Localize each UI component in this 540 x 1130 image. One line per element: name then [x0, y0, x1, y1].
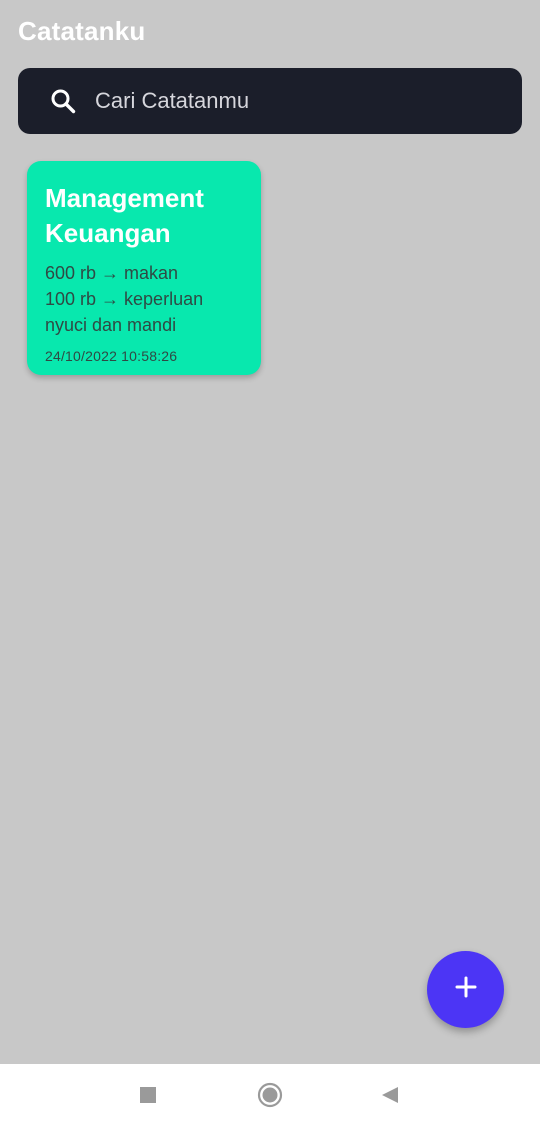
search-input-placeholder[interactable]: Cari Catatanmu [95, 88, 249, 114]
app-title: Catatanku [18, 16, 146, 46]
note-date: 24/10/2022 10:58:26 [45, 348, 178, 364]
note-body: 600 rb → makan 100 rb → keperluan nyuci … [45, 260, 243, 338]
back-button[interactable] [360, 1064, 420, 1130]
system-nav-bar [0, 1064, 540, 1130]
recents-button[interactable] [118, 1064, 178, 1130]
home-button[interactable] [240, 1064, 300, 1130]
plus-icon [455, 976, 477, 1003]
note-body-line: 100 rb → keperluan [45, 289, 204, 309]
search-bar[interactable]: Cari Catatanmu [18, 68, 522, 134]
search-icon[interactable] [48, 86, 78, 116]
note-body-line: 600 rb → makan [45, 263, 179, 283]
note-title: Management Keuangan [45, 183, 204, 248]
recents-icon [139, 1086, 157, 1109]
home-icon [257, 1082, 283, 1113]
note-card[interactable]: Management Keuangan 600 rb → makan 100 r… [27, 161, 261, 375]
back-icon [380, 1085, 400, 1110]
note-body-line: nyuci dan mandi [45, 315, 177, 335]
add-note-button[interactable] [427, 951, 504, 1028]
